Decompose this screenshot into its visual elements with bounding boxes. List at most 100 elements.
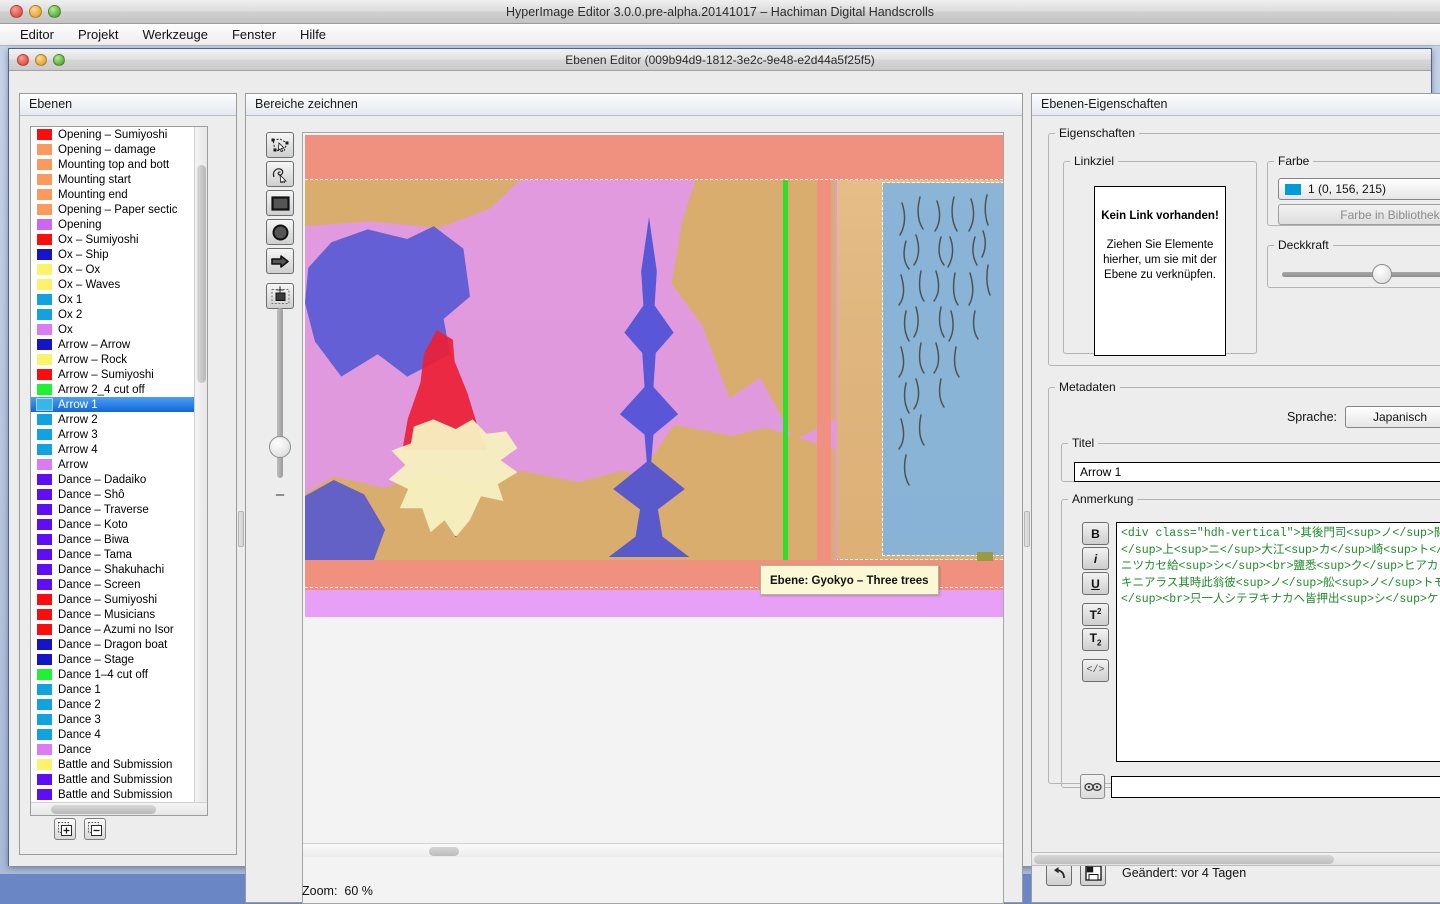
layer-row[interactable]: Dance 1 [31,682,195,697]
close-window-button[interactable] [10,5,23,18]
layer-row[interactable]: Dance – Stage [31,652,195,667]
lasso-tool-button[interactable] [266,161,294,187]
layer-row[interactable]: Opening – damage [31,142,195,157]
layers-vertical-scrollbar[interactable] [194,127,207,815]
color-to-library-button[interactable]: Farbe in Bibliothek l [1278,204,1440,225]
minimize-document-button[interactable] [35,54,47,66]
layer-row[interactable]: Battle and Submission [31,757,195,772]
image-canvas[interactable]: Ebene: Gyokyo – Three trees [302,132,1004,904]
layer-row[interactable]: Arrow 2 [31,412,195,427]
minimize-window-button[interactable] [29,5,42,18]
layer-row[interactable]: Dance 2 [31,697,195,712]
paper-section-marker[interactable] [817,180,831,560]
menu-item-fenster[interactable]: Fenster [220,25,288,44]
link-drop-zone[interactable]: Kein Link vorhanden! Ziehen Sie Elemente… [1094,186,1226,356]
layer-row[interactable]: Dance – Azumi no Isor [31,622,195,637]
layer-row[interactable]: Arrow [31,457,195,472]
layer-row[interactable]: Ox – Ship [31,247,195,262]
menu-item-projekt[interactable]: Projekt [66,25,130,44]
canvas-hscroll-thumb[interactable] [429,847,459,856]
layer-row[interactable]: Dance – Dragon boat [31,637,195,652]
layer-row[interactable]: Dance 4 [31,727,195,742]
layer-row[interactable]: Battle and Submission [31,787,195,802]
arrow-tool-button[interactable] [266,248,294,274]
layer-row[interactable]: Arrow – Sumiyoshi [31,367,195,382]
layer-row[interactable]: Arrow 2_4 cut off [31,382,195,397]
layer-row[interactable]: Arrow 3 [31,427,195,442]
opacity-slider-track[interactable] [1282,272,1440,277]
bold-button[interactable]: B [1082,522,1109,545]
layer-row[interactable]: Ox 1 [31,292,195,307]
layer-row[interactable]: Opening – Paper sectic [31,202,195,217]
small-marker-region[interactable] [977,552,993,561]
right-hscroll-thumb[interactable] [1034,855,1334,864]
layer-row[interactable]: Dance [31,742,195,757]
layers-hscroll-thumb[interactable] [51,805,156,814]
layer-row[interactable]: Dance – Shakuhachi [31,562,195,577]
layer-row[interactable]: Battle and Submission [31,772,195,787]
layers-horizontal-scrollbar[interactable] [31,802,207,815]
italic-button[interactable]: i [1082,547,1109,570]
annotated-scroll-image[interactable]: Ebene: Gyokyo – Three trees [305,135,1003,617]
rectangle-tool-button[interactable] [266,190,294,216]
polygon-select-tool-button[interactable] [266,132,294,158]
layer-row[interactable]: Arrow 1 [31,397,195,412]
layers-vscroll-thumb[interactable] [197,165,206,383]
opacity-slider-knob[interactable] [1372,264,1392,284]
layer-row[interactable]: Dance – Sumiyoshi [31,592,195,607]
layer-row[interactable]: Dance – Biwa [31,532,195,547]
menu-item-werkzeuge[interactable]: Werkzeuge [130,25,220,44]
layer-row[interactable]: Dance – Musicians [31,607,195,622]
title-input[interactable]: Arrow 1 [1074,462,1440,482]
layer-row[interactable]: Dance – Shô [31,487,195,502]
remove-layer-button[interactable] [84,818,106,840]
canvas-horizontal-scrollbar[interactable] [303,843,1003,857]
insert-link-button[interactable] [1080,774,1105,799]
layer-row[interactable]: Opening [31,217,195,232]
left-splitter[interactable] [238,511,244,547]
right-panel-horizontal-scrollbar[interactable] [1031,852,1440,866]
layer-row[interactable]: Dance 3 [31,712,195,727]
layer-row[interactable]: Ox – Waves [31,277,195,292]
layer-row[interactable]: Dance 1–4 cut off [31,667,195,682]
layer-row[interactable]: Mounting top and bott [31,157,195,172]
layer-row[interactable]: Opening – Sumiyoshi [31,127,195,142]
layer-row[interactable]: Mounting start [31,172,195,187]
add-layer-button[interactable] [54,818,76,840]
layer-row[interactable]: Arrow 4 [31,442,195,457]
layer-row[interactable]: Ox 2 [31,307,195,322]
underline-button[interactable]: U [1082,572,1109,595]
ellipse-tool-button[interactable] [266,219,294,245]
maximize-document-button[interactable] [53,54,65,66]
layer-row[interactable]: Arrow – Arrow [31,337,195,352]
menu-item-editor[interactable]: Editor [8,25,66,44]
layer-row[interactable]: Ox – Sumiyoshi [31,232,195,247]
layer-row[interactable]: Dance – Screen [31,577,195,592]
menu-item-hilfe[interactable]: Hilfe [288,25,338,44]
link-url-input[interactable] [1111,776,1440,798]
mounting-top-region[interactable] [305,135,1003,180]
superscript-button[interactable]: T2 [1082,603,1109,626]
layer-row[interactable]: Arrow – Rock [31,352,195,367]
right-splitter[interactable] [1024,511,1030,547]
layer-row[interactable]: Ox [31,322,195,337]
annotation-code-editor[interactable]: <div class="hdh-vertical">其後門司<sup>ノ</su… [1116,522,1440,762]
layer-row[interactable]: Ox – Ox [31,262,195,277]
zoom-slider-control[interactable]: + – [264,284,296,502]
subscript-button[interactable]: T2 [1082,628,1109,651]
maximize-window-button[interactable] [48,5,61,18]
layers-list[interactable]: Opening – SumiyoshiOpening – damageMount… [31,127,195,816]
zoom-slider-track[interactable] [277,308,283,478]
color-select[interactable]: 1 (0, 156, 215) [1278,178,1440,200]
layer-row[interactable]: Dance – Traverse [31,502,195,517]
language-select[interactable]: Japanisch [1345,406,1440,428]
layers-list-container[interactable]: Opening – SumiyoshiOpening – damageMount… [30,126,208,816]
layer-row[interactable]: Dance – Dadaiko [31,472,195,487]
layer-row[interactable]: Dance – Koto [31,517,195,532]
zoom-slider-knob[interactable] [269,436,291,458]
layer-row[interactable]: Dance – Tama [31,547,195,562]
source-code-button[interactable]: </> [1082,659,1109,682]
cut-off-marker[interactable] [783,180,788,560]
close-document-button[interactable] [17,54,29,66]
layer-row[interactable]: Mounting end [31,187,195,202]
